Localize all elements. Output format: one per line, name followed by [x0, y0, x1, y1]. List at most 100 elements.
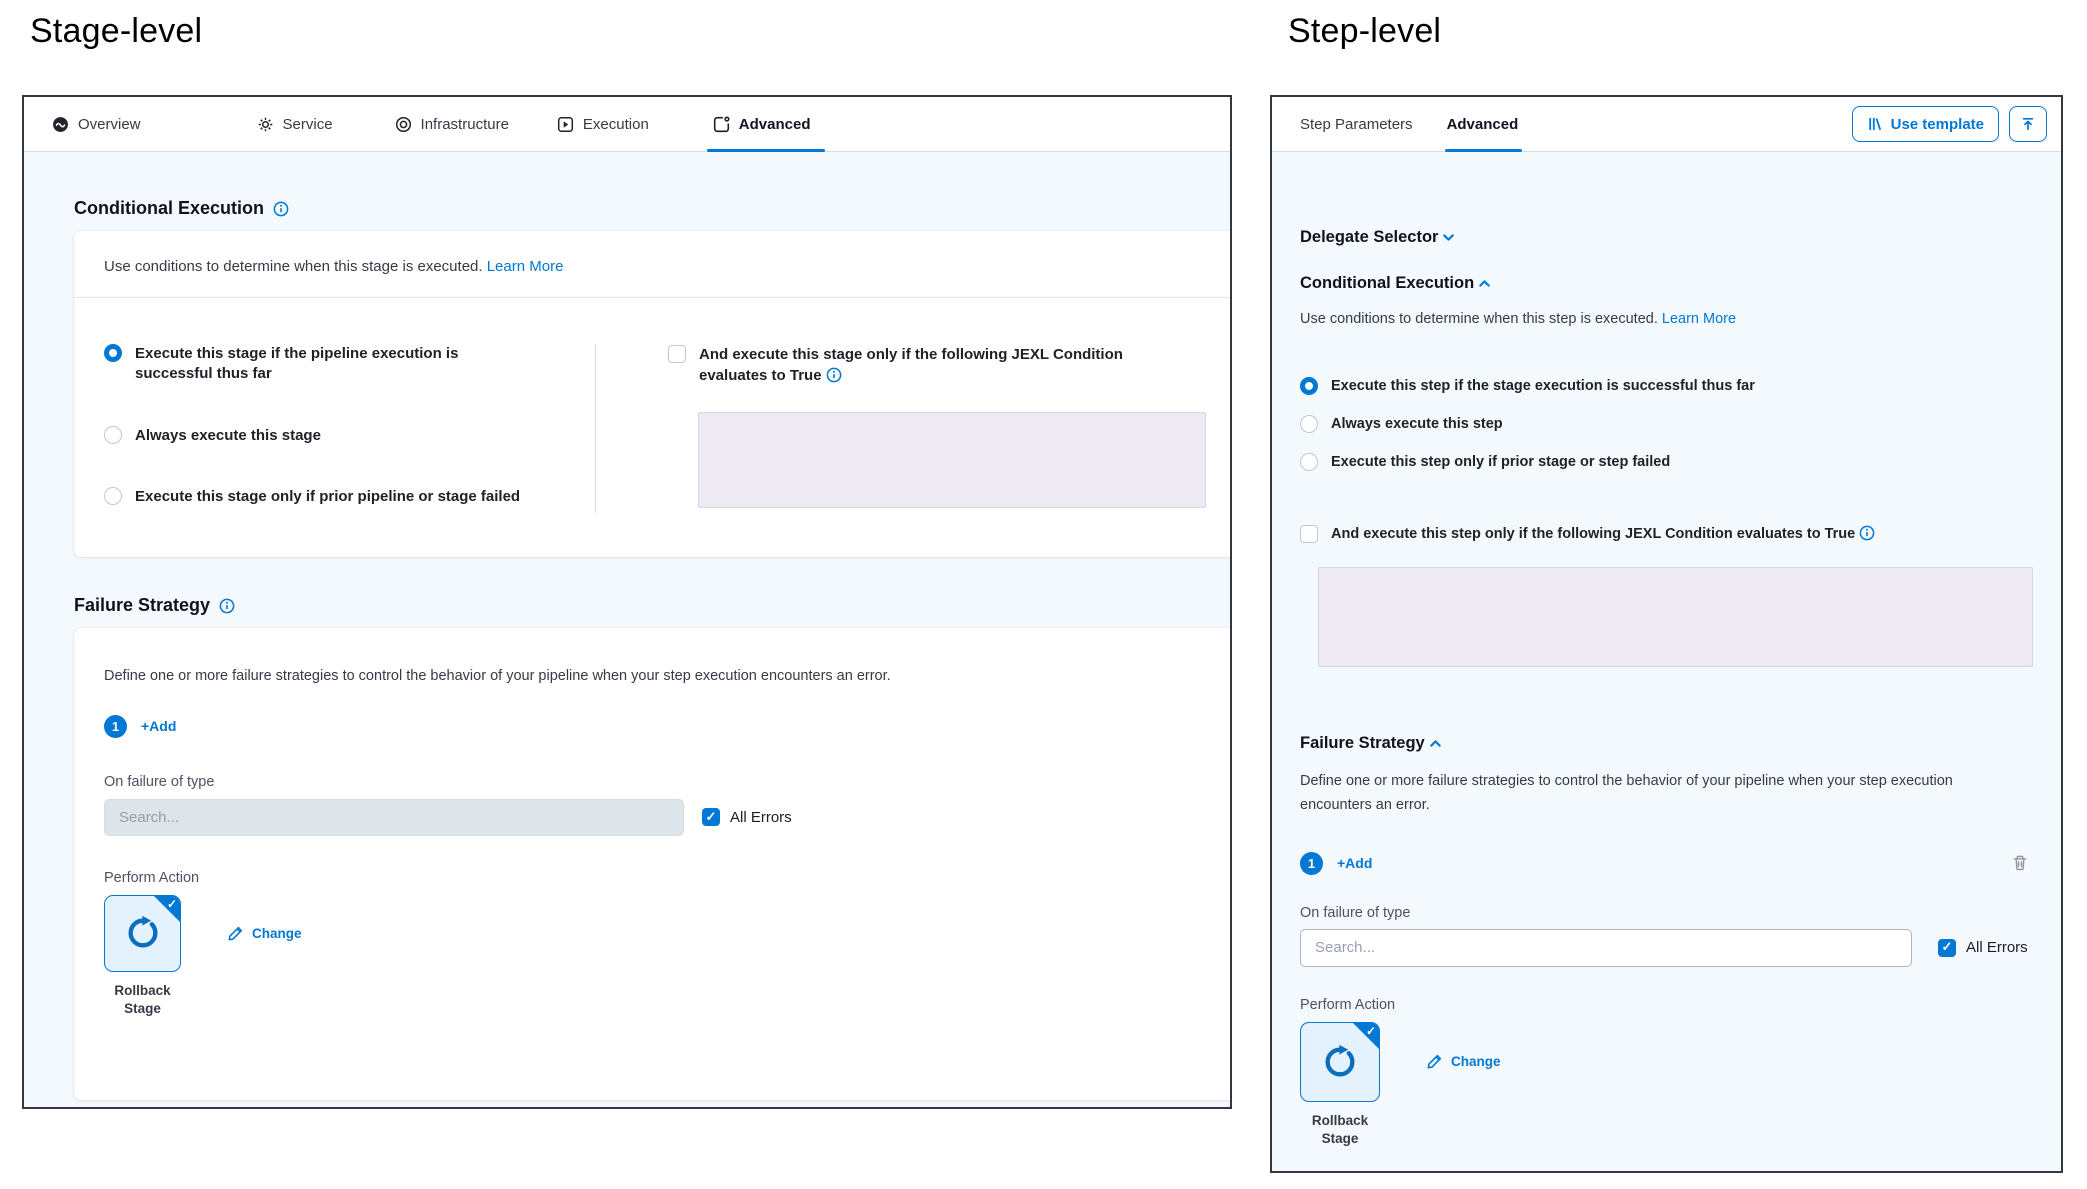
step-tabbar: Step Parameters Advanced Use template — [1272, 97, 2061, 152]
jexl-condition-column: And execute this stage only if the follo… — [596, 344, 1232, 513]
all-errors-checkbox[interactable] — [702, 808, 720, 826]
conditional-execution-body: Execute this stage if the pipeline execu… — [74, 298, 1232, 557]
selected-check-icon: ✓ — [1366, 1024, 1376, 1038]
learn-more-link[interactable]: Learn More — [1662, 311, 1736, 327]
failure-strategy-description: Define one or more failure strategies to… — [104, 664, 1232, 689]
conditional-execution-description-row: Use conditions to determine when this st… — [74, 231, 1232, 297]
template-library-icon — [1867, 116, 1883, 132]
conditional-execution-row[interactable]: Conditional Execution — [1300, 274, 2033, 293]
stage-tabbar: Overview Service Infrastructure Executio… — [24, 97, 1230, 152]
overview-icon — [52, 116, 69, 133]
tab-label: Infrastructure — [421, 116, 509, 133]
service-icon — [257, 116, 274, 133]
delegate-selector-row[interactable]: Delegate Selector — [1300, 228, 2033, 247]
failure-type-search-input[interactable] — [104, 799, 684, 836]
tab-label: Advanced — [1447, 116, 1519, 133]
radio-execute-if-successful[interactable]: Execute this step if the stage execution… — [1300, 377, 2033, 396]
stage-level-title: Stage-level — [30, 12, 202, 51]
info-icon[interactable] — [219, 598, 235, 614]
chevron-up-icon[interactable] — [1428, 736, 1443, 751]
all-errors-checkbox-row[interactable]: All Errors — [702, 808, 792, 826]
pencil-icon — [227, 925, 244, 942]
conditional-execution-description: Use conditions to determine when this st… — [1300, 311, 1658, 327]
tab-label: Step Parameters — [1300, 116, 1413, 133]
conditional-execution-card: Use conditions to determine when this st… — [74, 231, 1232, 557]
tab-step-parameters[interactable]: Step Parameters — [1300, 97, 1413, 151]
upload-button[interactable] — [2009, 106, 2047, 142]
failure-strategy-heading-row: Failure Strategy — [74, 595, 1230, 616]
add-strategy-button[interactable]: +Add — [141, 718, 176, 734]
tab-label: Service — [283, 116, 333, 133]
pencil-icon — [1426, 1053, 1443, 1070]
radio-execute-if-failed[interactable]: Execute this step only if prior stage or… — [1300, 453, 2033, 472]
tab-label: Execution — [583, 116, 649, 133]
conditional-execution-heading: Conditional Execution — [1300, 274, 1474, 293]
failure-strategy-heading: Failure Strategy — [74, 595, 210, 616]
perform-action-row: ✓ Change — [1300, 1022, 2033, 1102]
tab-advanced[interactable]: Advanced — [713, 97, 811, 151]
step-panel: Step Parameters Advanced Use template De… — [1270, 95, 2063, 1173]
tab-execution[interactable]: Execution — [557, 97, 649, 151]
radio-button[interactable] — [104, 487, 122, 505]
failure-type-row: All Errors — [1300, 929, 2033, 967]
radio-button[interactable] — [1300, 453, 1318, 471]
info-icon[interactable] — [273, 201, 289, 217]
tab-service[interactable]: Service — [257, 97, 333, 151]
step-tab-actions: Use template — [1852, 106, 2047, 142]
rollback-stage-caption: Rollback Stage — [104, 982, 181, 1018]
tab-overview[interactable]: Overview — [52, 97, 141, 151]
rollback-stage-tile[interactable]: ✓ — [1300, 1022, 1380, 1102]
radio-always-execute[interactable]: Always execute this step — [1300, 415, 2033, 434]
tab-label: Overview — [78, 116, 141, 133]
delegate-selector-heading: Delegate Selector — [1300, 228, 1438, 247]
info-icon[interactable] — [1859, 525, 1875, 541]
failure-type-search-input[interactable] — [1300, 929, 1912, 967]
use-template-button[interactable]: Use template — [1852, 106, 1999, 142]
change-action-link[interactable]: Change — [1426, 1053, 1501, 1070]
stage-content: Conditional Execution Use conditions to … — [24, 152, 1230, 1107]
jexl-condition-input[interactable] — [698, 412, 1206, 508]
delete-strategy-icon[interactable] — [2011, 854, 2029, 872]
radio-button[interactable] — [104, 426, 122, 444]
failure-strategy-row[interactable]: Failure Strategy — [1300, 734, 2033, 753]
perform-action-label: Perform Action — [104, 870, 1232, 886]
info-icon[interactable] — [826, 367, 842, 383]
radio-button[interactable] — [1300, 415, 1318, 433]
learn-more-link[interactable]: Learn More — [487, 258, 564, 275]
on-failure-label: On failure of type — [104, 774, 1232, 790]
radio-execute-if-successful[interactable]: Execute this stage if the pipeline execu… — [104, 344, 571, 384]
stage-condition-radio-group: Execute this stage if the pipeline execu… — [104, 344, 596, 513]
radio-execute-if-failed[interactable]: Execute this stage only if prior pipelin… — [104, 487, 571, 507]
jexl-condition-input[interactable] — [1318, 567, 2033, 667]
failure-strategy-card: Define one or more failure strategies to… — [74, 628, 1232, 1100]
conditional-execution-heading-row: Conditional Execution — [74, 198, 1230, 219]
radio-always-execute[interactable]: Always execute this stage — [104, 426, 571, 446]
chevron-up-icon[interactable] — [1477, 276, 1492, 291]
tab-infrastructure[interactable]: Infrastructure — [395, 97, 509, 151]
perform-action-label: Perform Action — [1300, 997, 2033, 1013]
tab-advanced[interactable]: Advanced — [1447, 97, 1519, 151]
strategy-badge-row: 1 +Add — [104, 715, 1232, 738]
jexl-checkbox[interactable] — [668, 345, 686, 363]
radio-button[interactable] — [104, 344, 122, 362]
perform-action-row: ✓ Change — [104, 895, 1232, 972]
jexl-checkbox[interactable] — [1300, 525, 1318, 543]
all-errors-checkbox[interactable] — [1938, 939, 1956, 957]
advanced-icon — [713, 116, 730, 133]
execution-icon — [557, 116, 574, 133]
conditional-execution-description-row: Use conditions to determine when this st… — [1300, 311, 2033, 327]
strategy-count-badge[interactable]: 1 — [104, 715, 127, 738]
rollback-stage-caption: Rollback Stage — [1300, 1112, 1380, 1148]
radio-button[interactable] — [1300, 377, 1318, 395]
change-action-link[interactable]: Change — [227, 925, 302, 942]
jexl-condition-checkbox-row[interactable]: And execute this step only if the follow… — [1300, 524, 2033, 544]
strategy-count-badge[interactable]: 1 — [1300, 852, 1323, 875]
jexl-condition-checkbox-row[interactable]: And execute this stage only if the follo… — [668, 344, 1232, 386]
all-errors-checkbox-row[interactable]: All Errors — [1938, 939, 2028, 957]
conditional-execution-heading: Conditional Execution — [74, 198, 264, 219]
stage-panel: Overview Service Infrastructure Executio… — [22, 95, 1232, 1109]
rollback-stage-tile[interactable]: ✓ — [104, 895, 181, 972]
failure-type-row: All Errors — [104, 799, 1232, 836]
add-strategy-button[interactable]: +Add — [1337, 855, 1372, 871]
chevron-down-icon[interactable] — [1441, 230, 1456, 245]
